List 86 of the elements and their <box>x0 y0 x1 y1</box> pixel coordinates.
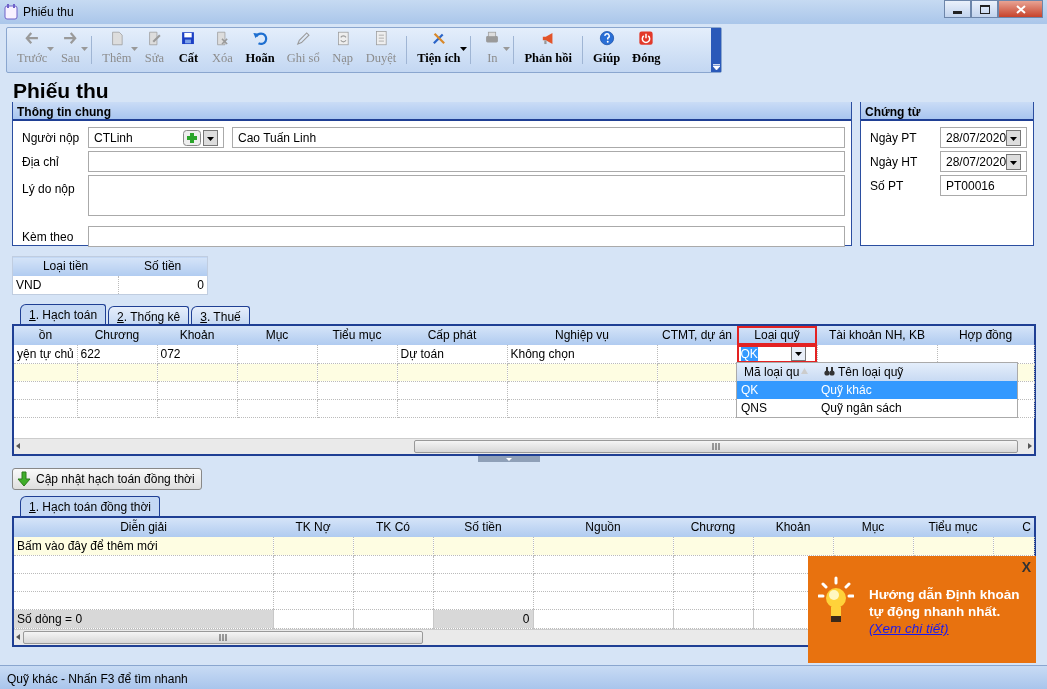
text-field[interactable]: PT00016 <box>940 175 1027 196</box>
toolbar-button[interactable]: Đóng <box>626 28 667 72</box>
field-label: Số PT <box>870 177 905 195</box>
column-header: Mục <box>833 517 913 537</box>
column-header: Diễn giải <box>14 517 273 537</box>
table-cell: Dự toán <box>397 344 507 363</box>
field-label: Ngày HT <box>870 153 919 171</box>
tab[interactable]: 3. Thuế <box>191 305 250 324</box>
column-header: CTMT, dự án <box>657 325 737 345</box>
table-cell: 622 <box>77 344 157 363</box>
column-header: Chương <box>673 517 753 537</box>
maximize-icon <box>979 4 990 14</box>
column-header: Số tiền <box>118 256 208 276</box>
column-header: Mã loại qu <box>744 363 800 381</box>
dropdown-icon[interactable] <box>203 129 218 146</box>
toolbar-button[interactable]: Hoãn <box>239 28 281 72</box>
column-header: TK Có <box>353 517 433 537</box>
column-header: Tiểu mục <box>913 517 993 537</box>
minimize-icon <box>953 10 962 14</box>
page-heading: Phiếu thu <box>12 78 110 102</box>
window-title: Phiếu thu <box>23 4 74 21</box>
column-header: Chương <box>77 325 157 345</box>
summary-cell: 0 <box>433 609 533 628</box>
column-header: Tài khoản NH, KB <box>817 325 937 345</box>
overflow-icon <box>712 64 720 70</box>
close-icon <box>1015 4 1026 14</box>
table-cell: Không chọn <box>507 344 657 363</box>
field-label: Kèm theo <box>22 228 75 246</box>
column-header: Số tiền <box>433 517 533 537</box>
grip-icon <box>218 633 228 641</box>
toolbar-button[interactable]: Cất <box>171 28 206 72</box>
column-header: Hợp đồng <box>937 325 1034 345</box>
column-header: Loại tiền <box>12 256 119 276</box>
panel-title: Chứng từ <box>861 102 1033 121</box>
table-cell: 072 <box>157 344 237 363</box>
arrow-down-icon <box>16 470 32 487</box>
table-cell: VND <box>12 275 119 294</box>
splitter-handle-icon[interactable] <box>477 455 540 462</box>
text-field[interactable] <box>88 151 845 172</box>
close-button[interactable]: X <box>1021 557 1031 578</box>
field-label: Địa chỉ <box>22 153 60 171</box>
text-field[interactable] <box>88 226 845 247</box>
sort-icon <box>801 368 809 375</box>
column-header: Khoản <box>753 517 833 537</box>
table-cell: yện tự chủ <box>14 344 77 363</box>
minimize-button[interactable] <box>944 0 971 18</box>
dropdown-icon[interactable] <box>1006 153 1022 170</box>
tab[interactable]: 1. Hạch toán đồng thời <box>20 495 160 516</box>
field-label: Người nộp <box>22 129 81 147</box>
column-header: Khoản <box>157 325 237 345</box>
toolbar-button[interactable]: Phản hồi <box>518 28 578 72</box>
column-header: Nguồn <box>533 517 673 537</box>
column-header: Tên loại quỹ <box>838 363 904 381</box>
column-header: ồn <box>14 325 77 345</box>
tab[interactable]: 2. Thống kê <box>108 305 190 324</box>
document-icon <box>4 4 18 20</box>
column-header: Loại quỹ <box>737 325 817 345</box>
panel-title: Thông tin chung <box>13 102 851 121</box>
status-bar: Quỹ khác - Nhấn F3 để tìm nhanh <box>0 665 1047 689</box>
field-label: Lý do nộp <box>22 181 76 198</box>
date-field[interactable]: 28/07/2020 <box>940 127 1028 148</box>
toolbar-button[interactable]: Giúp <box>587 28 627 72</box>
binoculars-icon <box>824 367 835 376</box>
lookup-field[interactable]: CTLinh <box>88 127 224 148</box>
tip-text: Hướng dẫn Định khoản tự động nhanh nhất. <box>869 586 1021 620</box>
field-label: Ngày PT <box>870 129 918 147</box>
text-field[interactable]: Cao Tuấn Linh <box>232 127 845 148</box>
column-header: Cấp phát <box>397 325 507 345</box>
dropdown-option[interactable]: QNS Quỹ ngân sách <box>737 398 1017 417</box>
column-header: Tiểu mục <box>317 325 397 345</box>
column-header: TK Nợ <box>273 517 353 537</box>
table-cell: 0 <box>118 275 208 294</box>
close-button[interactable] <box>998 0 1043 18</box>
date-field[interactable]: 28/07/2020 <box>940 151 1028 172</box>
update-button[interactable]: Cập nhật hạch toán đồng thời <box>12 467 202 490</box>
tab[interactable]: 1. Hạch toán <box>20 303 107 324</box>
maximize-button[interactable] <box>971 0 998 18</box>
toolbar-button[interactable]: Tiện ích <box>411 28 467 72</box>
dropdown-icon[interactable] <box>1006 129 1022 146</box>
horizontal-scrollbar[interactable] <box>14 437 1034 454</box>
column-header: Mục <box>237 325 317 345</box>
column-header: Nghiệp vụ <box>507 325 657 345</box>
grip-icon <box>711 442 721 450</box>
dropdown-icon[interactable] <box>790 344 806 361</box>
column-header: C <box>993 517 1034 537</box>
table-cell: Bấm vào đây để thêm mới <box>14 536 273 555</box>
